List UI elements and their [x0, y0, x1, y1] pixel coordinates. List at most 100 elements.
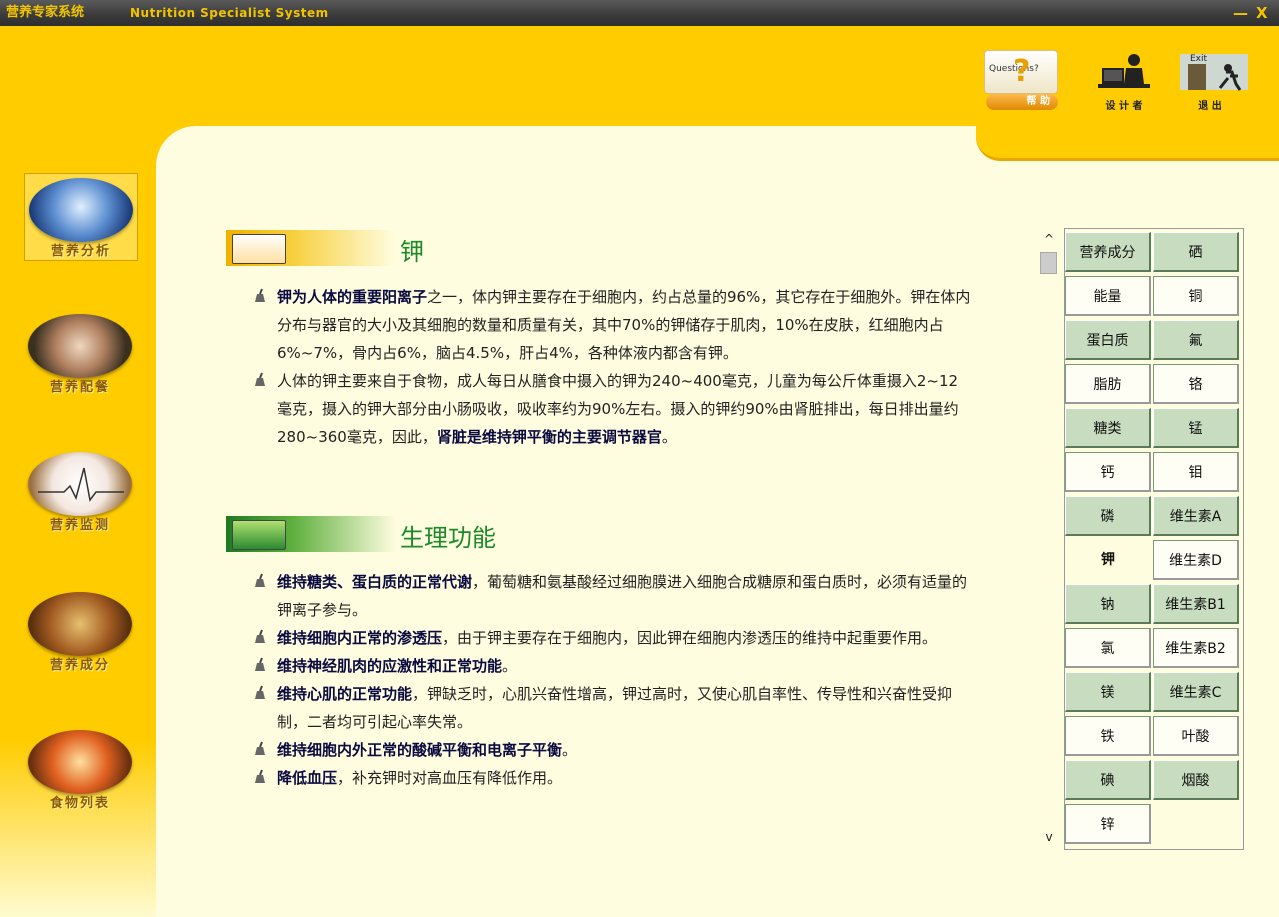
- app-title-en: Nutrition Specialist System: [130, 6, 329, 20]
- grid-cell-left[interactable]: 钾: [1065, 540, 1151, 580]
- list-item: 维持细胞内正常的渗透压，由于钾主要存在于细胞内，因此钾在细胞内渗透压的维持中起重…: [253, 624, 973, 652]
- scroll-thumb[interactable]: [1040, 252, 1057, 274]
- designer-button[interactable]: 设 计 者: [1086, 50, 1162, 114]
- list-item: 维持心肌的正常功能，钾缺乏时，心肌兴奋性增高，钾过高时，又使心肌自率性、传导性和…: [253, 680, 973, 736]
- sidebar-item-composition[interactable]: 营养成分: [24, 588, 136, 674]
- bullet-bold: 钾为人体的重要阳离子: [277, 288, 428, 306]
- bullet-bold: 降低血压: [277, 769, 338, 787]
- list-item: 维持糖类、蛋白质的正常代谢，葡萄糖和氨基酸经过细胞膜进入细胞合成糖原和蛋白质时，…: [253, 568, 973, 624]
- help-label: 帮 助: [986, 94, 1058, 110]
- exit-label: 退 出: [1198, 101, 1222, 112]
- grid-scrollbar[interactable]: ^ v: [1039, 228, 1059, 848]
- nutrient-grid: 营养成分 能量 蛋白质 脂肪 糖类钙磷钾钠氯镁铁碘锌硒铜氟铬锰钼维生素A 维生素D 维生素B…: [1064, 228, 1244, 850]
- sidebar-item-monitoring[interactable]: 营养监测: [24, 448, 136, 534]
- bullet-bold: 维持心肌的正常功能: [277, 685, 413, 703]
- designer-icon: [1098, 54, 1150, 88]
- food-icon: [232, 234, 286, 264]
- sidebar-item-label: 食物列表: [49, 796, 110, 811]
- bullet-icon: [253, 741, 267, 757]
- list-item: 维持神经肌肉的应激性和正常功能。: [253, 652, 973, 680]
- bullet-icon: [253, 629, 267, 645]
- grid-cell-left[interactable]: 磷: [1065, 496, 1151, 536]
- microscope-icon: [29, 178, 133, 242]
- scroll-down-button[interactable]: v: [1039, 828, 1059, 846]
- exit-sign-text: Exit: [1190, 54, 1208, 64]
- grid-cell-left[interactable]: 脂肪: [1065, 364, 1151, 404]
- grid-cell-left[interactable]: 营养成分: [1065, 232, 1151, 272]
- bullet-icon: [253, 685, 267, 701]
- close-button[interactable]: X: [1256, 0, 1268, 26]
- bullet-icon: [253, 288, 267, 304]
- bullet-bold: 肾脏是维持钾平衡的主要调节器官: [436, 428, 662, 446]
- designer-label: 设 计 者: [1105, 101, 1143, 112]
- section-title: 钾: [400, 238, 424, 266]
- grid-cell-right[interactable]: 维生素D: [1153, 540, 1239, 580]
- exit-icon: Exit: [1180, 54, 1248, 91]
- vegetables-icon: [28, 730, 132, 794]
- bullet-text: 。: [502, 657, 518, 675]
- sidebar-item-analysis[interactable]: 营养分析: [24, 173, 138, 261]
- section-header-potassium: 钾: [226, 230, 426, 270]
- bullet-bold: 维持细胞内外正常的酸碱平衡和电离子平衡: [277, 741, 563, 759]
- help-button[interactable]: Questions? ? 帮 助: [982, 50, 1058, 114]
- grid-cell-left[interactable]: 钙: [1065, 452, 1151, 492]
- list-item: 钾为人体的重要阳离子之一，体内钾主要存在于细胞内，约占总量的96%，其它存在于细…: [253, 283, 973, 367]
- sidebar-item-label: 营养配餐: [49, 380, 110, 395]
- question-icon: Questions? ?: [984, 50, 1058, 94]
- grid-cell-right[interactable]: 维生素B1: [1153, 584, 1239, 624]
- section-title: 生理功能: [400, 524, 496, 552]
- toolbar-strip: [976, 126, 1279, 161]
- grid-cell-left[interactable]: 能量: [1065, 276, 1151, 316]
- food-basket-icon: [28, 592, 132, 656]
- grid-cell-right[interactable]: 硒: [1153, 232, 1239, 272]
- meal-plate-icon: [28, 314, 132, 378]
- grid-cell-right[interactable]: 叶酸: [1153, 716, 1239, 756]
- vegetables-icon: [232, 520, 286, 550]
- bullet-icon: [253, 372, 267, 388]
- sidebar-item-meal-planning[interactable]: 营养配餐: [24, 310, 136, 396]
- sidebar-item-label: 营养分析: [50, 244, 111, 259]
- grid-cell-left[interactable]: 氯: [1065, 628, 1151, 668]
- bullet-text: 。: [562, 741, 578, 759]
- bullet-icon: [253, 657, 267, 673]
- list-item: 降低血压，补充钾时对高血压有降低作用。: [253, 764, 973, 792]
- sidebar-item-food-list[interactable]: 食物列表: [24, 726, 136, 812]
- section-header-function: 生理功能: [226, 516, 496, 556]
- grid-cell-left[interactable]: 碘: [1065, 760, 1151, 800]
- grid-cell-right[interactable]: 铜: [1153, 276, 1239, 316]
- svg-text:?: ?: [1013, 55, 1030, 85]
- app-title-cn: 营养专家系统: [6, 5, 85, 20]
- sidebar-item-label: 营养成分: [49, 658, 110, 673]
- list-item: 维持细胞内外正常的酸碱平衡和电离子平衡。: [253, 736, 973, 764]
- minimize-button[interactable]: —: [1233, 0, 1248, 26]
- title-bar: 营养专家系统 Nutrition Specialist System — X: [0, 0, 1279, 26]
- grid-cell-right[interactable]: 氟: [1153, 320, 1239, 360]
- bullet-bold: 维持糖类、蛋白质的正常代谢: [277, 573, 473, 591]
- bullet-icon: [253, 769, 267, 785]
- scroll-up-button[interactable]: ^: [1039, 230, 1059, 248]
- sidebar-item-label: 营养监测: [49, 518, 110, 533]
- grid-cell-right[interactable]: 烟酸: [1153, 760, 1239, 800]
- grid-cell-right[interactable]: 铬: [1153, 364, 1239, 404]
- grid-cell-left[interactable]: 钠: [1065, 584, 1151, 624]
- bullet-text: ，由于钾主要存在于细胞内，因此钾在细胞内渗透压的维持中起重要作用。: [442, 629, 938, 647]
- bullet-bold: 维持细胞内正常的渗透压: [277, 629, 443, 647]
- grid-cell-left[interactable]: 锌: [1065, 804, 1151, 844]
- function-list: 维持糖类、蛋白质的正常代谢，葡萄糖和氨基酸经过细胞膜进入细胞合成糖原和蛋白质时，…: [253, 568, 973, 792]
- grid-cell-right[interactable]: 维生素A: [1153, 496, 1239, 536]
- grid-cell-right[interactable]: 维生素B2: [1153, 628, 1239, 668]
- bullet-bold: 维持神经肌肉的应激性和正常功能: [277, 657, 503, 675]
- bullet-text: ，补充钾时对高血压有降低作用。: [337, 769, 563, 787]
- intro-list: 钾为人体的重要阳离子之一，体内钾主要存在于细胞内，约占总量的96%，其它存在于细…: [253, 283, 973, 451]
- grid-cell-left[interactable]: 镁: [1065, 672, 1151, 712]
- list-item: 人体的钾主要来自于食物，成人每日从膳食中摄入的钾为240~400毫克，儿童为每公…: [253, 367, 973, 451]
- bullet-icon: [253, 573, 267, 589]
- grid-cell-left[interactable]: 铁: [1065, 716, 1151, 756]
- grid-cell-right[interactable]: 锰: [1153, 408, 1239, 448]
- grid-cell-left[interactable]: 蛋白质: [1065, 320, 1151, 360]
- exit-button[interactable]: Exit 退 出: [1172, 50, 1248, 114]
- grid-cell-right[interactable]: 钼: [1153, 452, 1239, 492]
- heartbeat-monitor-icon: [28, 452, 132, 516]
- grid-cell-right[interactable]: 维生素C: [1153, 672, 1239, 712]
- grid-cell-left[interactable]: 糖类: [1065, 408, 1151, 448]
